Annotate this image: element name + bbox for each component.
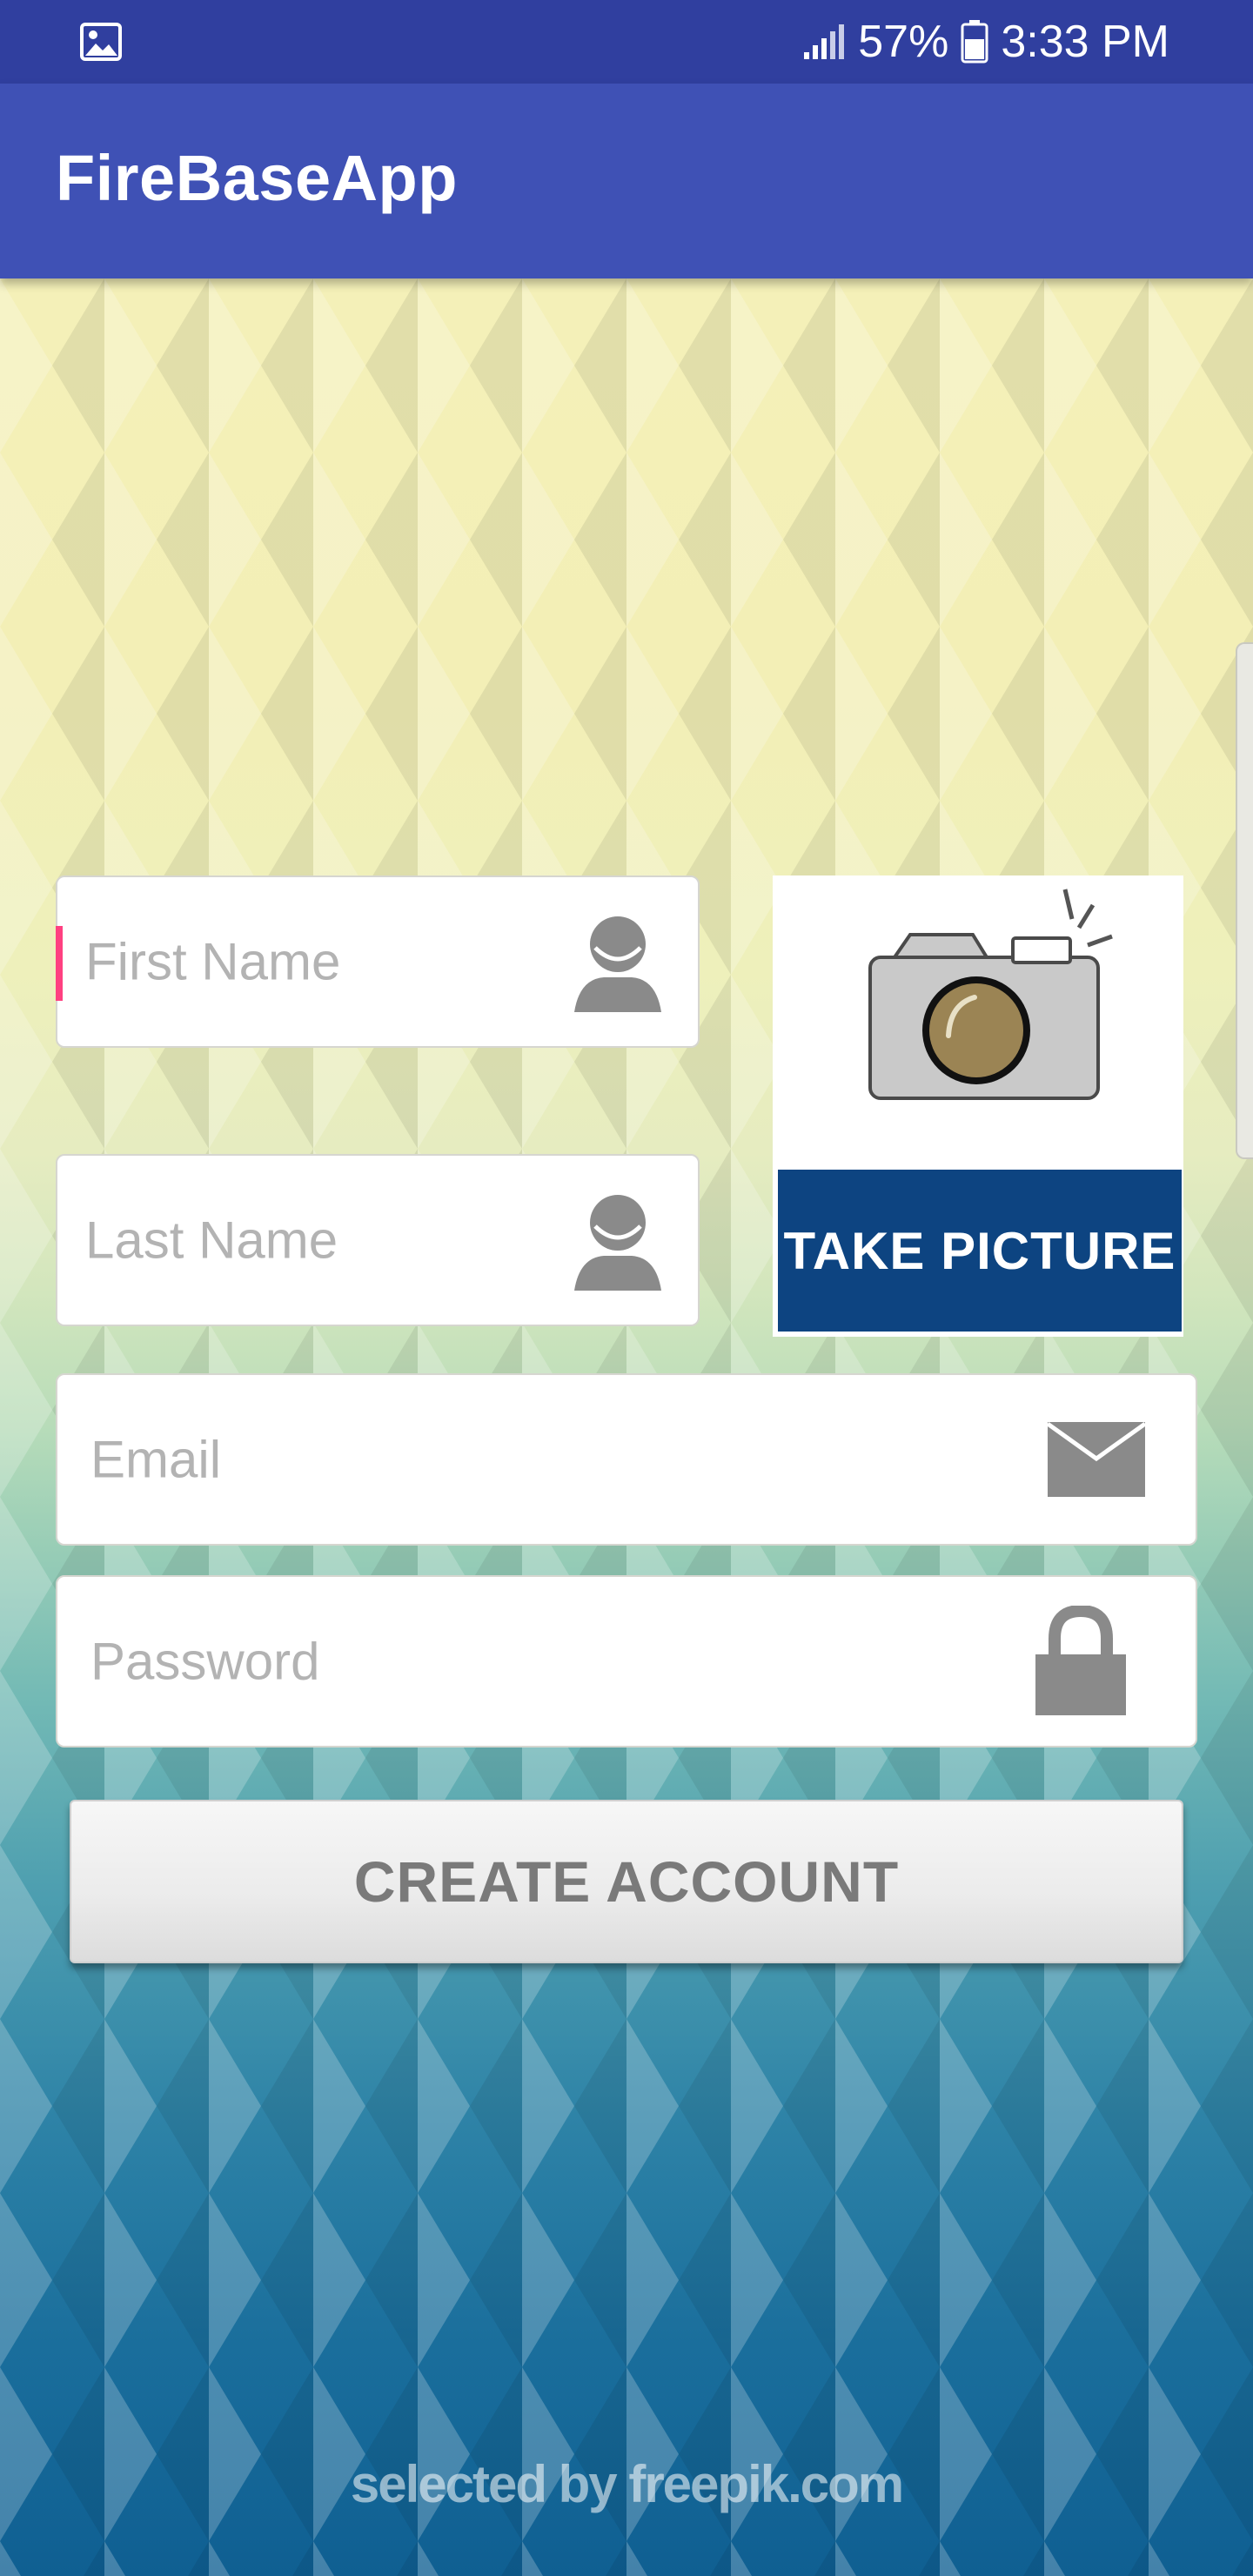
email-field[interactable]: Email	[56, 1373, 1197, 1546]
freepik-watermark: selected by freepik.com	[350, 2455, 904, 2513]
battery-percent: 57%	[858, 17, 949, 67]
take-picture-button[interactable]: TAKE PICTURE	[773, 875, 1183, 1337]
create-account-button[interactable]: CREATE ACCOUNT	[70, 1800, 1183, 1963]
mail-icon	[1046, 1421, 1147, 1497]
battery-icon	[961, 20, 988, 64]
gallery-icon	[80, 23, 122, 61]
first-name-field[interactable]: First Name	[56, 875, 700, 1048]
last-name-field[interactable]: Last Name	[56, 1154, 700, 1326]
scrollbar[interactable]	[1236, 642, 1253, 1159]
password-placeholder: Password	[90, 1632, 320, 1691]
status-right: 57% 3:33 PM	[802, 0, 1169, 84]
lock-icon	[1035, 1606, 1126, 1715]
person-icon	[574, 916, 661, 1012]
last-name-placeholder: Last Name	[85, 1211, 338, 1270]
take-picture-label: TAKE PICTURE	[778, 1170, 1182, 1332]
app-bar: FireBaseApp	[0, 84, 1253, 278]
signal-icon	[804, 24, 845, 59]
person-icon	[574, 1195, 661, 1291]
email-placeholder: Email	[90, 1430, 222, 1489]
text-cursor	[56, 926, 63, 1001]
camera-icon	[868, 889, 1113, 1100]
first-name-placeholder: First Name	[85, 932, 341, 991]
password-field[interactable]: Password	[56, 1575, 1197, 1748]
app-title: FireBaseApp	[56, 142, 458, 214]
status-bar: 57% 3:33 PM	[0, 0, 1253, 84]
clock: 3:33 PM	[1001, 17, 1169, 67]
